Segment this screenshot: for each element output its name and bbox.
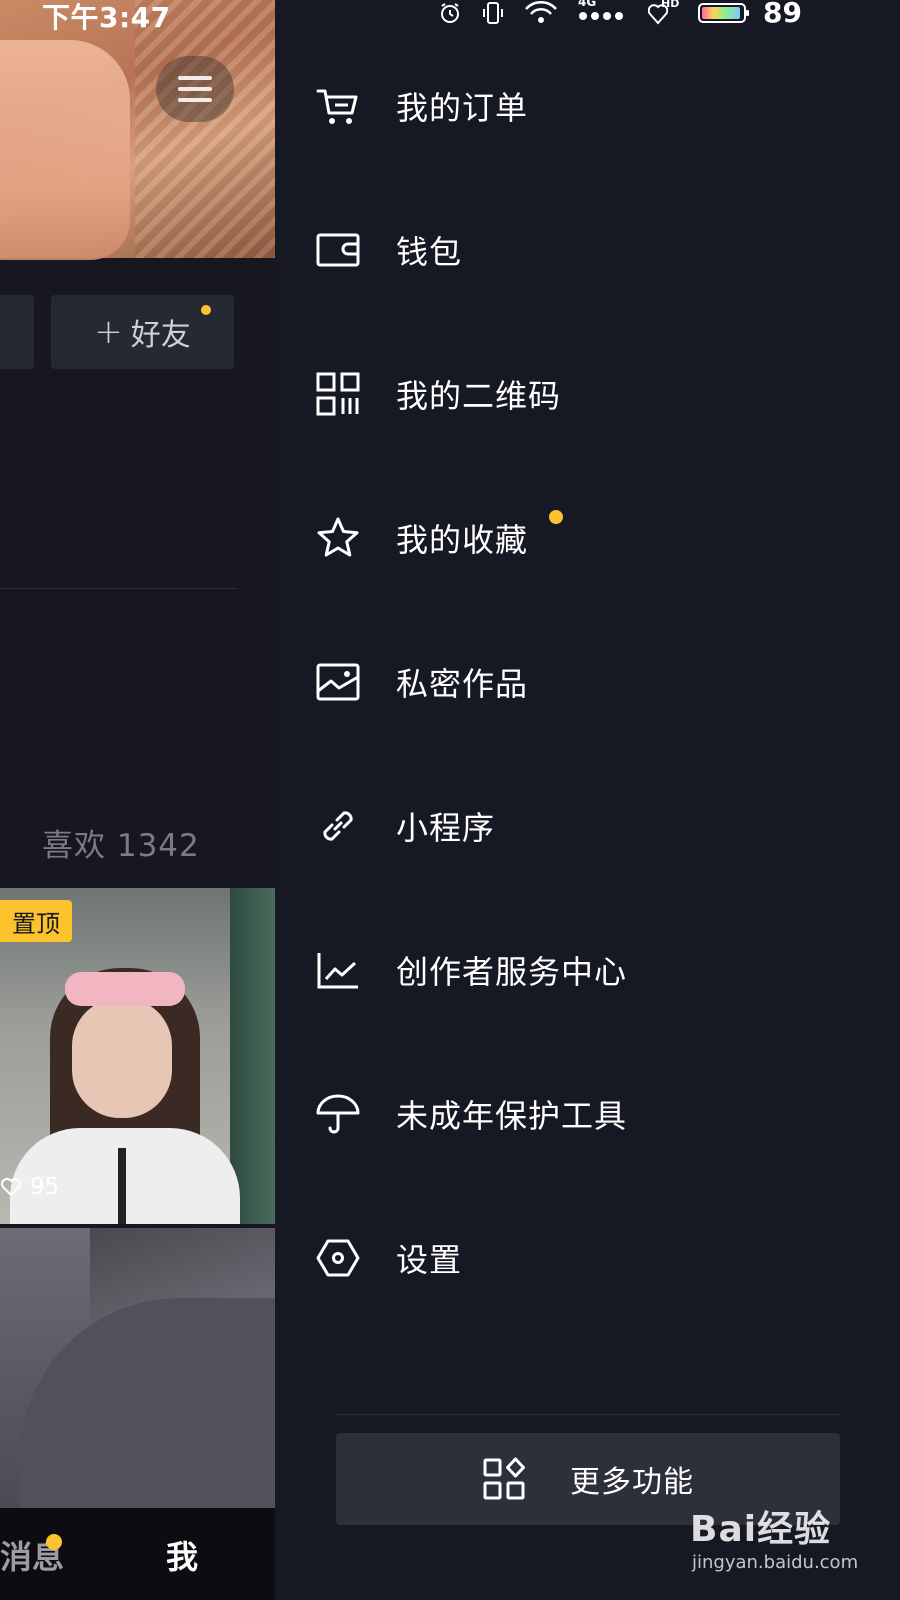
menu-item-qr-code[interactable]: 我的二维码 — [275, 322, 900, 466]
menu-item-mini-programs[interactable]: 小程序 — [275, 754, 900, 898]
menu-item-minor-protection[interactable]: 未成年保护工具 — [275, 1042, 900, 1186]
play-count-value: 95 — [30, 1174, 60, 1200]
watermark-logo: Bai经验 — [690, 1509, 832, 1550]
battery-icon — [698, 3, 749, 23]
video-thumbnail[interactable] — [0, 1228, 275, 1508]
hexagon-settings-icon — [315, 1235, 361, 1281]
vibrate-icon — [483, 2, 503, 24]
grid-apps-icon — [483, 1457, 525, 1500]
menu-item-label: 我的收藏 — [396, 521, 529, 559]
menu-item-label: 小程序 — [396, 809, 496, 847]
battery-percentage: 89 — [763, 0, 802, 29]
image-icon — [315, 659, 361, 705]
signal-dots — [579, 12, 623, 20]
heart-outline-icon — [1, 1178, 21, 1197]
bottom-nav: 消息 我 — [0, 1508, 275, 1600]
menu-item-wallet[interactable]: 钱包 — [275, 178, 900, 322]
wifi-icon — [525, 1, 557, 23]
baidu-jingyan-watermark: Bai经验 jingyan.baidu.com — [690, 1500, 890, 1590]
thumbnail-door — [230, 888, 275, 1224]
wallet-icon — [315, 227, 361, 273]
play-count: 95 — [0, 1174, 59, 1200]
star-icon — [315, 515, 361, 561]
menu-item-label: 钱包 — [396, 233, 463, 271]
hamburger-menu-button[interactable] — [156, 56, 234, 122]
more-features-label: 更多功能 — [570, 1465, 694, 1500]
notification-dot — [201, 305, 211, 315]
chart-icon — [315, 947, 361, 993]
video-thumbnail[interactable]: 置顶 95 — [0, 888, 275, 1224]
menu-item-label: 设置 — [396, 1241, 463, 1279]
hd-call-icon: HD — [648, 0, 680, 25]
alarm-icon — [441, 3, 459, 23]
link-icon — [315, 803, 361, 849]
side-drawer: 4G HD 89 我的订单 钱包 我的二维码 我的收藏 私密作品 小程序 创作者… — [275, 0, 900, 1600]
umbrella-icon — [315, 1091, 361, 1137]
divider — [0, 588, 237, 589]
hd-label: HD — [661, 0, 680, 10]
qr-code-icon — [315, 371, 361, 417]
menu-item-creator-center[interactable]: 创作者服务中心 — [275, 898, 900, 1042]
menu-item-private-works[interactable]: 私密作品 — [275, 610, 900, 754]
cover-stripes — [135, 0, 275, 258]
tab-likes[interactable]: 喜欢 1342 — [42, 820, 200, 865]
hamburger-line — [178, 98, 212, 102]
menu-item-label: 创作者服务中心 — [396, 953, 628, 991]
profile-page-background: 下午3:47 + 好友 喜欢 1342 置顶 95 消息 我 — [0, 0, 275, 1600]
signal-icon: 4G — [578, 0, 628, 25]
profile-cover-image — [0, 0, 275, 260]
menu-item-label: 我的订单 — [396, 89, 529, 127]
menu-item-orders[interactable]: 我的订单 — [275, 34, 900, 178]
thumbnail-zip — [118, 1148, 126, 1224]
cover-hand — [0, 40, 130, 260]
divider — [336, 1414, 840, 1415]
shopping-cart-icon — [315, 83, 361, 129]
add-friend-label: 好友 — [130, 318, 191, 353]
notification-dot — [46, 1534, 62, 1550]
thumbnail-headband — [65, 972, 185, 1006]
edit-profile-button[interactable] — [0, 295, 34, 369]
status-time: 下午3:47 — [42, 1, 171, 34]
menu-item-favorites[interactable]: 我的收藏 — [275, 466, 900, 610]
hamburger-line — [178, 87, 212, 91]
notification-dot — [549, 510, 563, 524]
nav-me[interactable]: 我 — [166, 1532, 198, 1578]
hamburger-line — [178, 76, 212, 80]
thumbnail-face — [72, 998, 172, 1118]
pinned-badge: 置顶 — [0, 900, 72, 942]
status-icons: 4G HD — [438, 0, 750, 26]
menu-item-label: 未成年保护工具 — [396, 1097, 628, 1135]
watermark-url: jingyan.baidu.com — [692, 1552, 859, 1573]
menu-item-label: 私密作品 — [396, 665, 529, 703]
menu-item-label: 我的二维码 — [396, 377, 562, 415]
menu-item-settings[interactable]: 设置 — [275, 1186, 900, 1330]
plus-icon: + — [94, 312, 123, 352]
